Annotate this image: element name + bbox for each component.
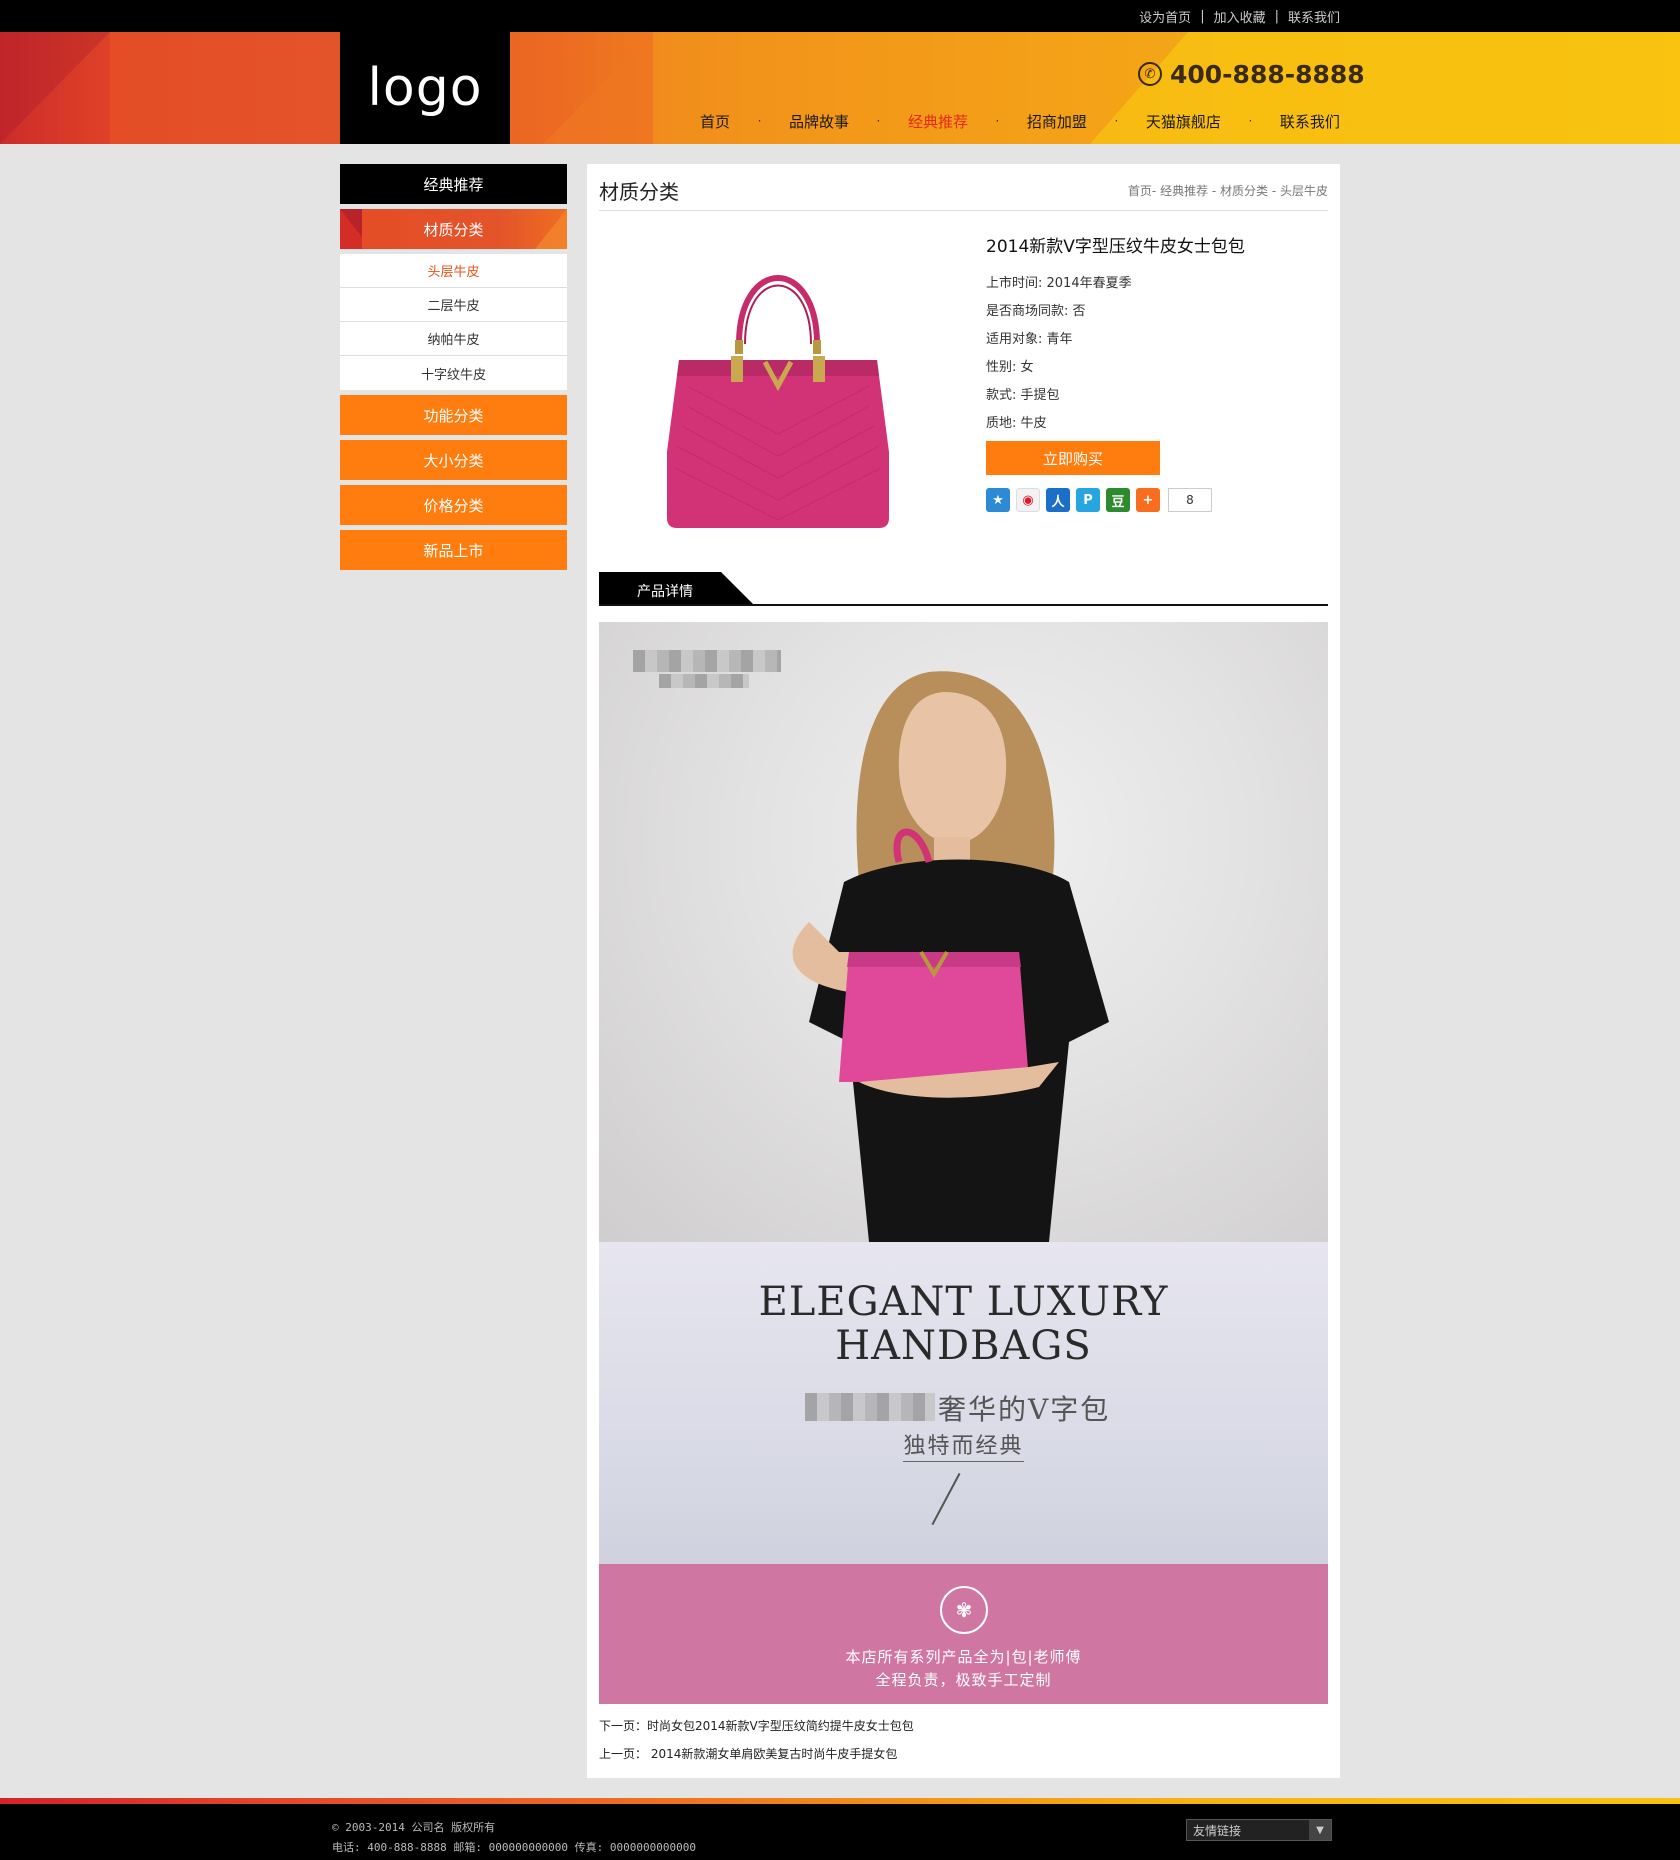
banner-subtitle: 奢华的V字包 [938,1393,1111,1426]
weibo-icon[interactable]: ◉ [1016,488,1040,512]
subcategory-item[interactable]: 头层牛皮 [340,254,567,288]
add-favorite-link[interactable]: 加入收藏 [1214,7,1266,26]
page-title: 材质分类 [599,180,679,204]
product-banner: ELEGANT LUXURY HANDBAGS 奢华的V字包 独特而经典 ✾ 本… [599,622,1328,1704]
nav-separator: · [995,114,1000,128]
attribute-material: 质地: 牛皮 [986,416,1047,431]
sidebar: 经典推荐 材质分类 头层牛皮 二层牛皮 纳帕牛皮 十字纹牛皮 功能分类 大小分类… [340,164,567,570]
banner-tagline-wrap: 独特而经典 [599,1428,1328,1462]
separator: | [1200,8,1205,24]
divider [599,210,1328,211]
attribute-mall-same: 是否商场同款: 否 [986,304,1086,319]
attribute-gender: 性别: 女 [986,360,1034,375]
headline-line-2: HANDBAGS [835,1323,1092,1369]
buy-now-button[interactable]: 立即购买 [986,441,1160,475]
main-nav: 首页 · 品牌故事 · 经典推荐 · 招商加盟 · 天猫旗舰店 · 联系我们 [700,106,1340,136]
headline-line-1: ELEGANT LUXURY [758,1279,1169,1325]
attribute-release-date: 上市时间: 2014年春夏季 [986,276,1132,291]
detail-tab: 产品详情 [599,572,1328,606]
logo[interactable]: logo [340,32,510,144]
sidebar-title: 经典推荐 [340,164,567,204]
prev-page-link[interactable]: 上一页： 2014新款潮女单肩欧美复古时尚牛皮手提女包 [599,1740,914,1768]
nav-separator: · [757,114,762,128]
promise-line-1: 本店所有系列产品全为|包|老师傅 [845,1648,1082,1666]
pagination: 下一页：时尚女包2014新款V字型压纹简约提牛皮女士包包 上一页： 2014新款… [599,1712,914,1768]
sidebar-category-new[interactable]: 新品上市 [340,530,567,570]
nav-contact[interactable]: 联系我们 [1280,111,1340,132]
separator: | [1274,8,1279,24]
copyright: © 2003-2014 公司名 版权所有 [332,1821,496,1834]
product-image[interactable] [627,226,927,626]
douban-icon[interactable]: 豆 [1106,488,1130,512]
nav-brand-story[interactable]: 品牌故事 [789,111,849,132]
friend-links-select[interactable]: 友情链接 ▼ [1186,1819,1332,1841]
nav-home[interactable]: 首页 [700,111,730,132]
contact-us-link[interactable]: 联系我们 [1288,7,1340,26]
attribute-target: 适用对象: 青年 [986,332,1073,347]
friend-links-label: 友情链接 [1193,1823,1242,1838]
phone-number: ✆ 400-888-8888 [1138,56,1365,92]
product-title: 2014新款V字型压纹牛皮女士包包 [986,237,1245,257]
nav-classic-recommend[interactable]: 经典推荐 [908,111,968,132]
footer: © 2003-2014 公司名 版权所有 电话: 400-888-8888 邮箱… [0,1804,1680,1860]
footer-info: © 2003-2014 公司名 版权所有 电话: 400-888-8888 邮箱… [332,1818,696,1858]
banner-tagline: 独特而经典 [903,1434,1024,1462]
nav-tmall-store[interactable]: 天猫旗舰店 [1146,111,1221,132]
product-attributes: 上市时间: 2014年春夏季 是否商场同款: 否 适用对象: 青年 性别: 女 … [986,270,1132,438]
share-bar: ★ ◉ 人 P 豆 + 8 [986,488,1212,512]
blurred-brand-name [805,1393,935,1421]
share-count: 8 [1168,488,1212,512]
subcategory-item[interactable]: 纳帕牛皮 [340,322,567,356]
next-page-link[interactable]: 下一页：时尚女包2014新款V字型压纹简约提牛皮女士包包 [599,1712,914,1740]
nav-separator: · [876,114,881,128]
sidebar-category-function[interactable]: 功能分类 [340,395,567,435]
nav-separator: · [1248,114,1253,128]
model-illustration [792,671,1109,1242]
main-content: 材质分类 首页- 经典推荐 - 材质分类 - 头层牛皮 2014新款V字型压纹牛… [587,164,1340,1778]
phone-text: 400-888-8888 [1170,59,1365,89]
sidebar-category-material[interactable]: 材质分类 [340,209,567,249]
phone-icon: ✆ [1138,62,1162,86]
tencent-weibo-icon[interactable]: P [1076,488,1100,512]
contact-info: 电话: 400-888-8888 邮箱: 000000000000 传真: 00… [332,1841,697,1854]
sidebar-category-size[interactable]: 大小分类 [340,440,567,480]
qzone-icon[interactable]: ★ [986,488,1010,512]
subcategory-item[interactable]: 十字纹牛皮 [340,356,567,390]
sidebar-category-price[interactable]: 价格分类 [340,485,567,525]
nav-separator: · [1114,114,1119,128]
nav-franchise[interactable]: 招商加盟 [1027,111,1087,132]
set-homepage-link[interactable]: 设为首页 [1139,7,1191,26]
chevron-down-icon[interactable]: ▼ [1309,1820,1331,1840]
more-share-icon[interactable]: + [1136,488,1160,512]
promise-line-2: 全程负责，极致手工定制 [875,1671,1052,1689]
subcategory-item[interactable]: 二层牛皮 [340,288,567,322]
model-photo [599,622,1328,1242]
attribute-style: 款式: 手提包 [986,388,1060,403]
banner-headline: ELEGANT LUXURY HANDBAGS [599,1280,1328,1368]
breadcrumb[interactable]: 首页- 经典推荐 - 材质分类 - 头层牛皮 [1128,182,1328,199]
tab-product-detail[interactable]: 产品详情 [637,581,693,601]
tab-underline [599,604,1328,606]
renren-icon[interactable]: 人 [1046,488,1070,512]
banner-promise-text: 本店所有系列产品全为|包|老师傅 全程负责，极致手工定制 [599,1646,1328,1692]
bee-icon: ✾ [940,1586,988,1634]
category-label: 材质分类 [423,220,484,239]
top-links: 设为首页 | 加入收藏 | 联系我们 [1139,0,1340,32]
subcategory-list: 头层牛皮 二层牛皮 纳帕牛皮 十字纹牛皮 [340,254,567,390]
top-bar: 设为首页 | 加入收藏 | 联系我们 [0,0,1680,32]
